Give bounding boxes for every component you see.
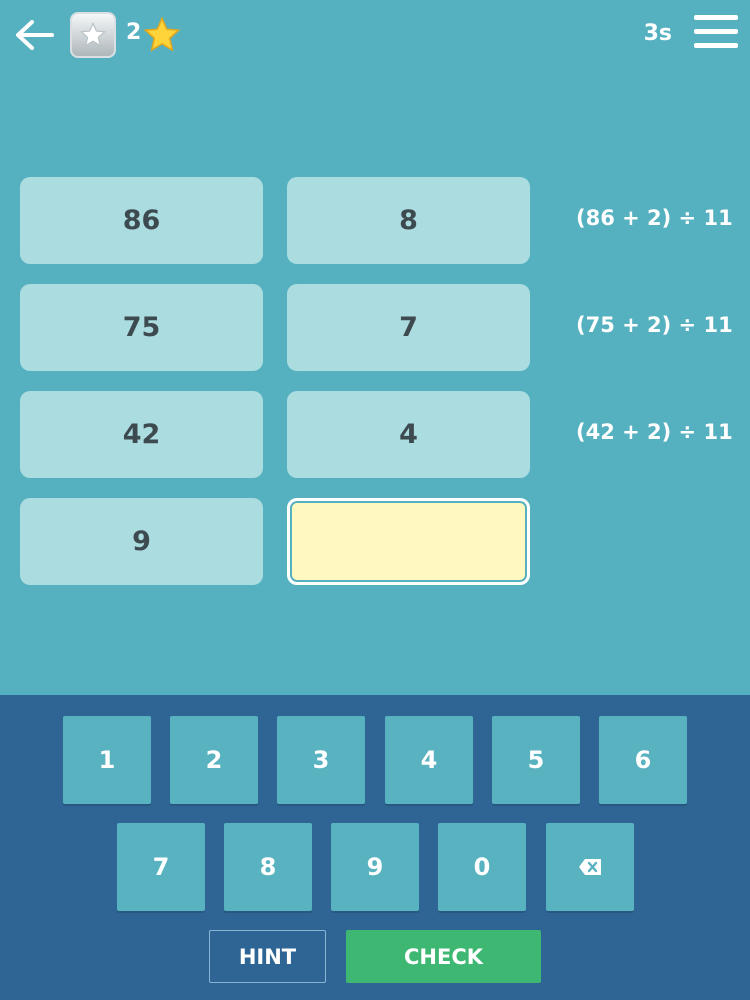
cell-right-2: 7 xyxy=(287,284,530,371)
cell-left-2: 75 xyxy=(20,284,263,371)
formula-1: (86 + 2) ÷ 11 xyxy=(576,206,733,230)
stars-count: 2 xyxy=(126,20,142,45)
star-badge-icon xyxy=(79,21,107,47)
level-badge[interactable] xyxy=(70,12,116,58)
key-4[interactable]: 4 xyxy=(385,716,473,804)
menu-button[interactable] xyxy=(694,15,738,53)
cell-right-1: 8 xyxy=(287,177,530,264)
check-button[interactable]: CHECK xyxy=(346,930,541,983)
menu-icon-bar xyxy=(694,15,738,20)
key-1[interactable]: 1 xyxy=(63,716,151,804)
star-icon xyxy=(143,16,181,52)
formula-3: (42 + 2) ÷ 11 xyxy=(576,420,733,444)
answer-input[interactable] xyxy=(287,498,530,585)
backspace-icon xyxy=(579,859,601,875)
key-5[interactable]: 5 xyxy=(492,716,580,804)
hint-button[interactable]: HINT xyxy=(209,930,326,983)
key-3[interactable]: 3 xyxy=(277,716,365,804)
cell-left-1: 86 xyxy=(20,177,263,264)
menu-icon-bar xyxy=(694,29,738,34)
arrow-left-icon xyxy=(16,20,54,50)
top-bar: 2 3s xyxy=(0,0,750,72)
backspace-button[interactable] xyxy=(546,823,634,911)
menu-icon-bar xyxy=(694,43,738,48)
back-button[interactable] xyxy=(12,14,58,56)
cell-left-4: 9 xyxy=(20,498,263,585)
key-2[interactable]: 2 xyxy=(170,716,258,804)
timer: 3s xyxy=(643,21,672,46)
key-0[interactable]: 0 xyxy=(438,823,526,911)
key-8[interactable]: 8 xyxy=(224,823,312,911)
cell-right-3: 4 xyxy=(287,391,530,478)
keypad: 1 2 3 4 5 6 7 8 9 0 HINT CHECK xyxy=(0,695,750,1000)
cell-left-3: 42 xyxy=(20,391,263,478)
key-9[interactable]: 9 xyxy=(331,823,419,911)
key-7[interactable]: 7 xyxy=(117,823,205,911)
formula-2: (75 + 2) ÷ 11 xyxy=(576,313,733,337)
key-6[interactable]: 6 xyxy=(599,716,687,804)
